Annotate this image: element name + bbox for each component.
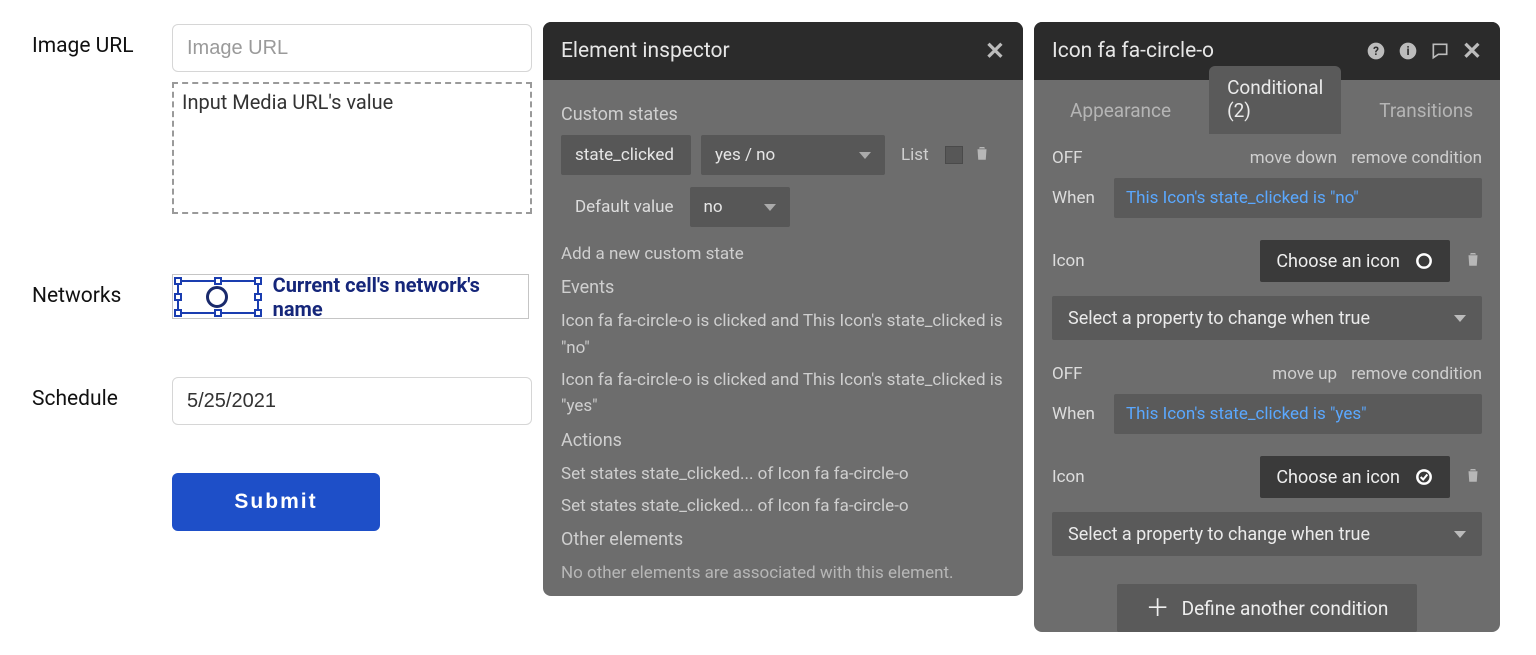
- close-icon[interactable]: ✕: [1462, 37, 1482, 65]
- events-title: Events: [561, 277, 1005, 298]
- add-custom-state-link[interactable]: Add a new custom state: [561, 241, 1005, 267]
- list-checkbox[interactable]: [945, 146, 963, 164]
- help-icon[interactable]: ?: [1366, 41, 1386, 61]
- info-icon[interactable]: i: [1398, 41, 1418, 61]
- comment-icon[interactable]: [1430, 41, 1450, 61]
- networks-label: Networks: [32, 274, 172, 308]
- element-inspector-panel: Element inspector ✕ Custom states state_…: [543, 22, 1023, 596]
- submit-button[interactable]: Submit: [172, 473, 380, 531]
- define-another-condition-button[interactable]: ＋ Define another condition: [1117, 584, 1417, 632]
- circle-o-icon: [1414, 251, 1434, 271]
- when-expression[interactable]: This Icon's state_clicked is "yes": [1114, 394, 1482, 434]
- icon-label: Icon: [1052, 251, 1100, 271]
- condition-block: OFF move up remove condition When This I…: [1052, 358, 1482, 556]
- action-item[interactable]: Set states state_clicked... of Icon fa f…: [561, 493, 1005, 519]
- chevron-down-icon: [1454, 531, 1466, 538]
- remove-condition-link[interactable]: remove condition: [1351, 364, 1482, 384]
- condition-block: OFF move down remove condition When This…: [1052, 142, 1482, 340]
- media-url-box[interactable]: Input Media URL's value: [172, 82, 532, 214]
- inspector-title: Element inspector: [561, 39, 730, 63]
- trash-icon[interactable]: [973, 144, 991, 167]
- state-type-select[interactable]: yes / no: [701, 135, 885, 175]
- choose-icon-button[interactable]: Choose an icon: [1260, 240, 1450, 282]
- condition-off-toggle[interactable]: OFF: [1052, 148, 1083, 168]
- schedule-input[interactable]: [172, 377, 532, 425]
- list-label: List: [901, 145, 929, 165]
- chevron-down-icon: [764, 204, 776, 211]
- condition-off-toggle[interactable]: OFF: [1052, 364, 1083, 384]
- action-item[interactable]: Set states state_clicked... of Icon fa f…: [561, 461, 1005, 487]
- image-url-input[interactable]: [172, 24, 532, 72]
- choose-icon-button[interactable]: Choose an icon: [1260, 456, 1450, 498]
- state-name-chip[interactable]: state_clicked: [561, 135, 691, 175]
- svg-text:?: ?: [1373, 44, 1379, 58]
- close-icon[interactable]: ✕: [985, 37, 1005, 65]
- networks-cell[interactable]: Current cell's network's name: [172, 274, 529, 319]
- property-select[interactable]: Select a property to change when true: [1052, 296, 1482, 340]
- trash-icon[interactable]: [1464, 250, 1482, 273]
- move-up-link[interactable]: move up: [1272, 364, 1337, 384]
- image-url-label: Image URL: [32, 24, 172, 58]
- canvas-form: Image URL Input Media URL's value Networ…: [32, 24, 532, 549]
- properties-panel: Icon fa fa-circle-o ? i ✕ Appearance Con…: [1034, 22, 1500, 632]
- inspector-header[interactable]: Element inspector ✕: [543, 22, 1023, 80]
- property-select[interactable]: Select a property to change when true: [1052, 512, 1482, 556]
- schedule-label: Schedule: [32, 377, 172, 411]
- when-label: When: [1052, 188, 1100, 208]
- icon-label: Icon: [1052, 467, 1100, 487]
- svg-text:i: i: [1406, 44, 1409, 58]
- check-circle-icon: [1414, 467, 1434, 487]
- chevron-down-icon: [1454, 315, 1466, 322]
- other-elements-text: No other elements are associated with th…: [561, 560, 1005, 586]
- element-name: Icon fa fa-circle-o: [1052, 39, 1214, 63]
- when-label: When: [1052, 404, 1100, 424]
- chevron-down-icon: [859, 152, 871, 159]
- move-down-link[interactable]: move down: [1250, 148, 1337, 168]
- custom-states-title: Custom states: [561, 104, 1005, 125]
- tab-transitions[interactable]: Transitions: [1361, 89, 1491, 134]
- network-cell-text: Current cell's network's name: [273, 273, 528, 321]
- default-value-select[interactable]: no: [690, 187, 790, 227]
- tab-appearance[interactable]: Appearance: [1052, 89, 1189, 134]
- plus-icon: ＋: [1146, 596, 1170, 620]
- property-tabs: Appearance Conditional (2) Transitions: [1034, 80, 1500, 134]
- event-item[interactable]: Icon fa fa-circle-o is clicked and This …: [561, 308, 1005, 361]
- when-expression[interactable]: This Icon's state_clicked is "no": [1114, 178, 1482, 218]
- actions-title: Actions: [561, 430, 1005, 451]
- circle-o-icon[interactable]: [206, 286, 228, 308]
- default-value-label: Default value: [575, 197, 674, 217]
- other-elements-title: Other elements: [561, 529, 1005, 550]
- event-item[interactable]: Icon fa fa-circle-o is clicked and This …: [561, 367, 1005, 420]
- remove-condition-link[interactable]: remove condition: [1351, 148, 1482, 168]
- tab-conditional[interactable]: Conditional (2): [1209, 66, 1341, 134]
- trash-icon[interactable]: [1464, 466, 1482, 489]
